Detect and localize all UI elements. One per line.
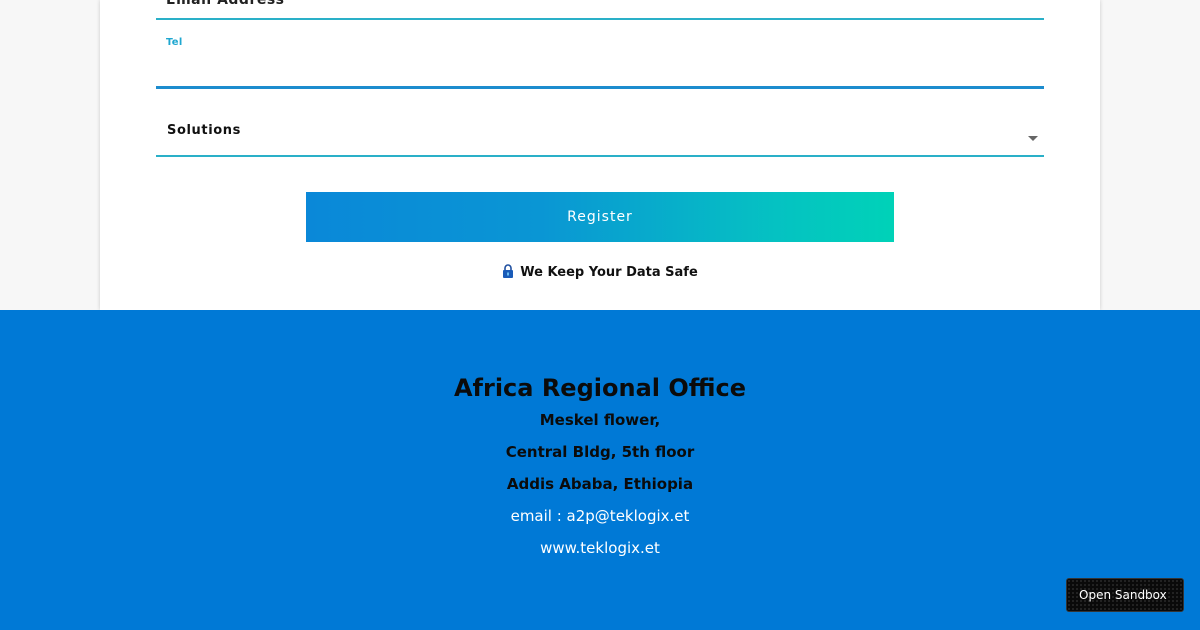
email-field[interactable]: Email Address: [156, 0, 1044, 20]
address-line: Addis Ababa, Ethiopia: [506, 475, 694, 493]
email-field-label: Email Address: [166, 0, 285, 8]
open-sandbox-button[interactable]: Open Sandbox: [1066, 578, 1184, 612]
tel-input[interactable]: [166, 58, 1026, 82]
address-line: Central Bldg, 5th floor: [505, 443, 695, 461]
lock-icon: [502, 264, 514, 282]
office-title: Africa Regional Office: [453, 374, 747, 402]
register-button[interactable]: Register: [306, 192, 894, 242]
data-safe-notice: We Keep Your Data Safe: [100, 264, 1100, 282]
contact-email[interactable]: email : a2p@teklogix.et: [0, 507, 1200, 525]
registration-form: Email Address Tel Solutions Register We …: [100, 0, 1100, 310]
footer: Africa Regional Office Meskel flower, Ce…: [0, 310, 1200, 630]
tel-field[interactable]: Tel: [156, 30, 1044, 89]
address-line: Meskel flower,: [539, 411, 661, 429]
data-safe-text: We Keep Your Data Safe: [520, 265, 698, 280]
solutions-select[interactable]: Solutions: [156, 110, 1044, 157]
solutions-select-label: Solutions: [167, 123, 241, 138]
tel-field-label: Tel: [166, 37, 183, 48]
chevron-down-icon[interactable]: [1028, 136, 1038, 141]
website-link[interactable]: www.teklogix.et: [0, 539, 1200, 557]
